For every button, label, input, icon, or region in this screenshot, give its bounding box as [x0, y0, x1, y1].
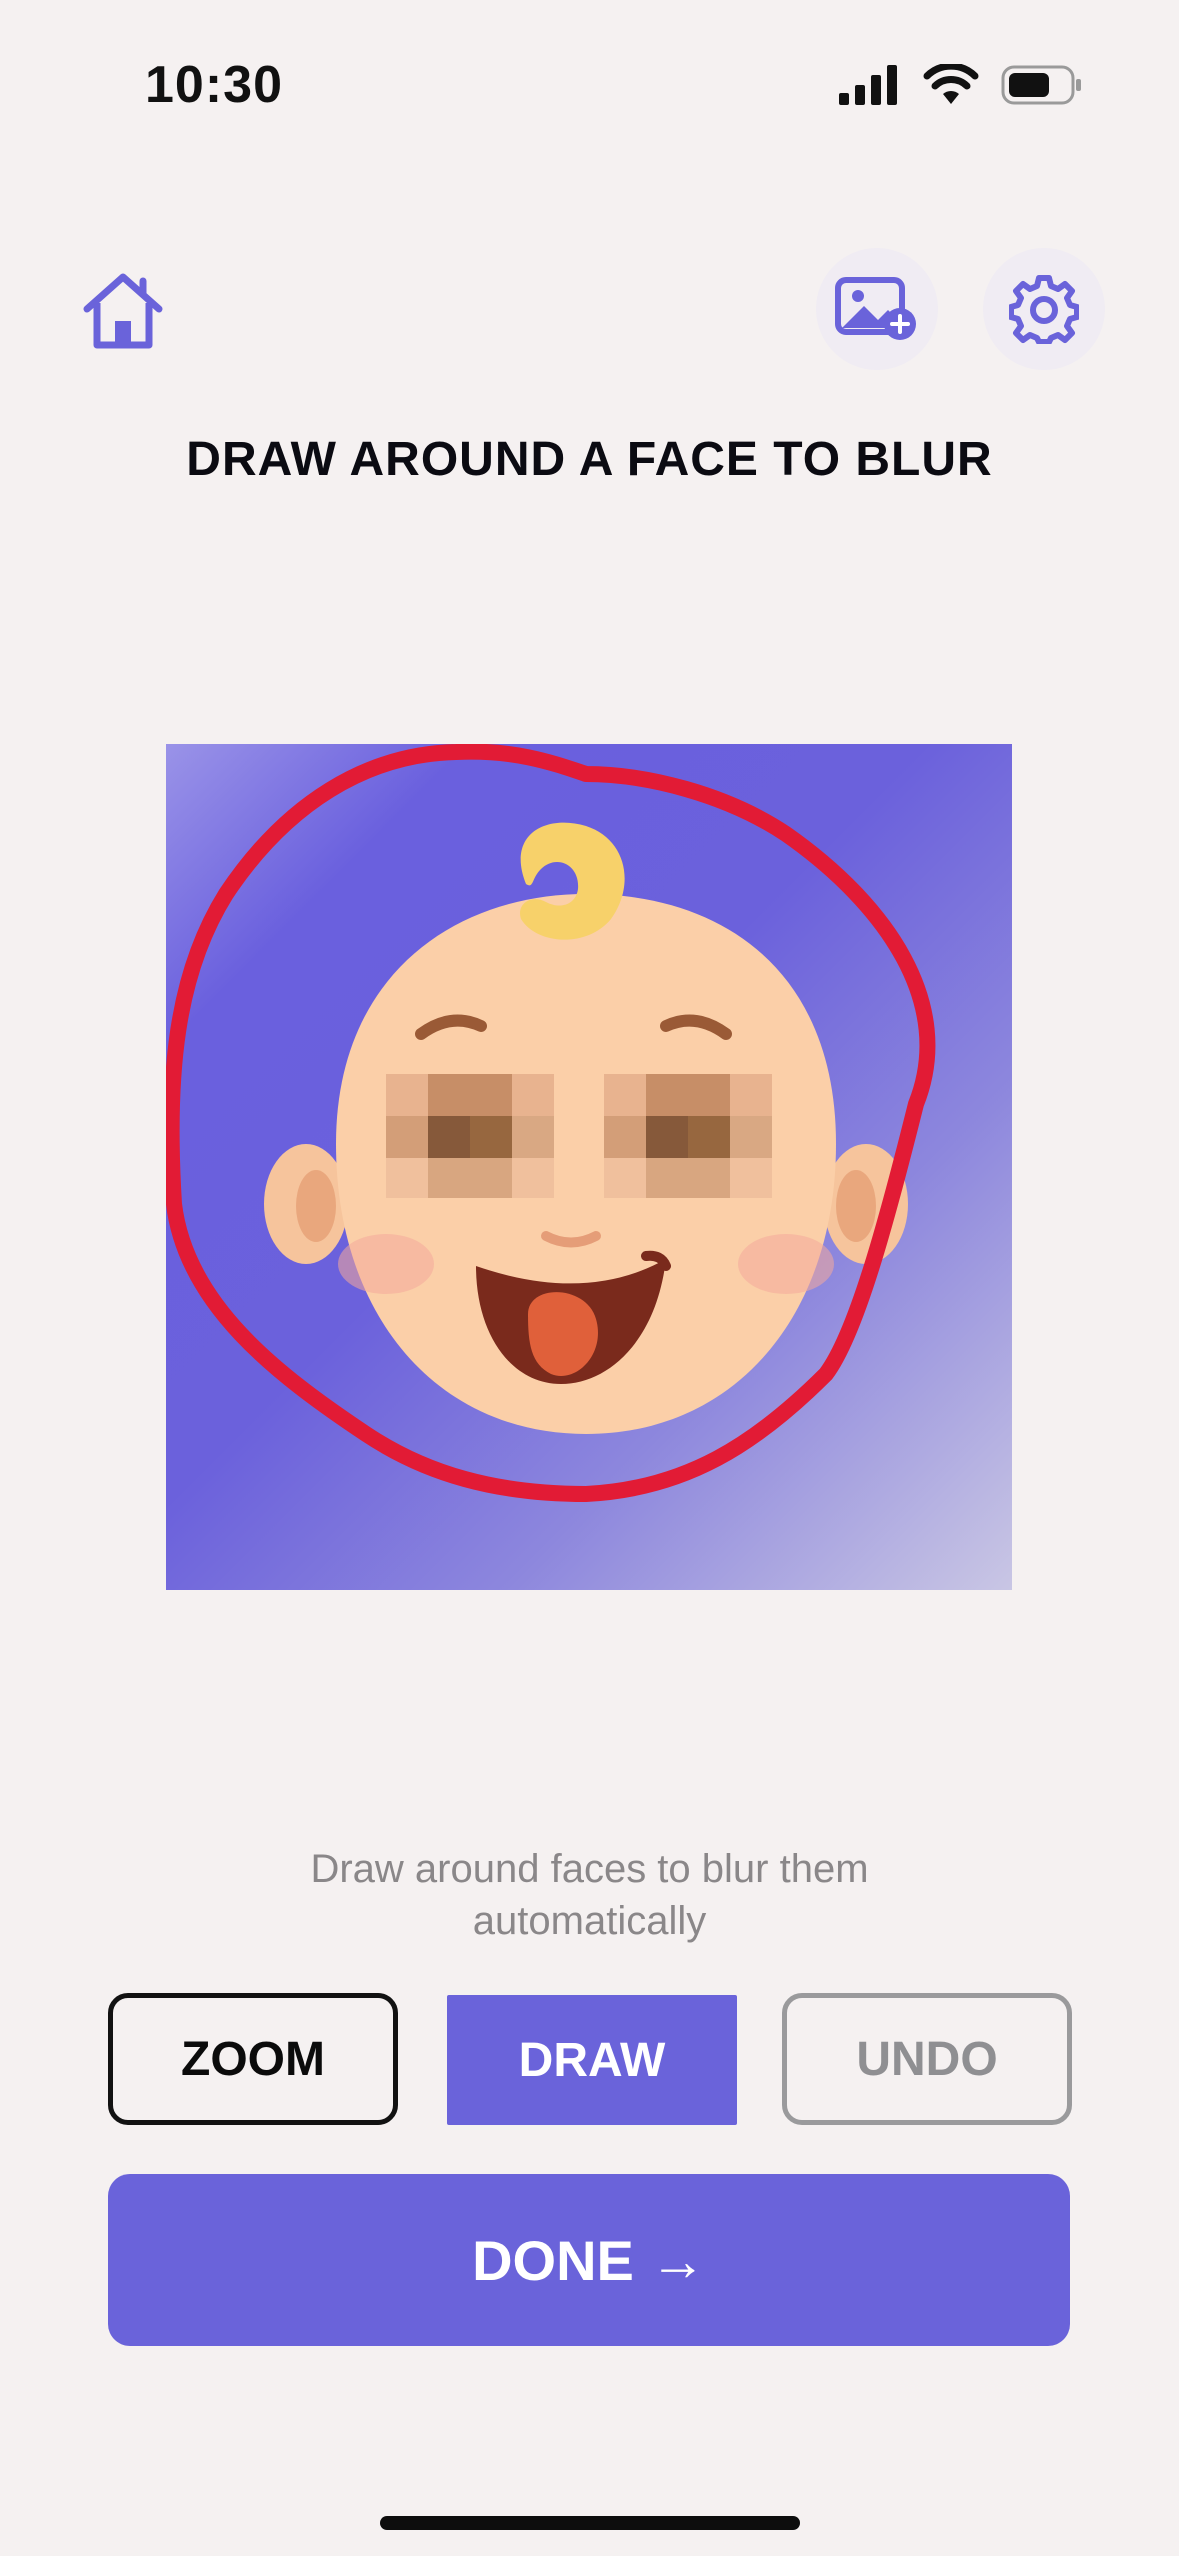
hint-line-2: automatically	[472, 1899, 707, 1943]
home-indicator	[380, 2516, 800, 2530]
drawn-selection-stroke	[166, 744, 936, 1502]
zoom-button[interactable]: ZOOM	[108, 1993, 398, 2125]
image-add-icon	[835, 277, 916, 340]
cellular-signal-icon	[839, 65, 897, 105]
arrow-right-icon: →	[649, 2228, 706, 2292]
wifi-icon	[923, 64, 979, 104]
photo-canvas[interactable]	[166, 744, 1012, 1590]
add-photo-button[interactable]	[816, 248, 938, 370]
page-title: DRAW AROUND A FACE TO BLUR	[186, 433, 993, 486]
gear-icon	[1009, 275, 1079, 344]
done-button[interactable]: DONE →	[108, 2174, 1070, 2346]
status-time: 10:30	[145, 56, 283, 114]
status-icons	[839, 60, 1083, 110]
home-button[interactable]	[62, 250, 184, 372]
hint-text: Draw around faces to blur them automatic…	[0, 1843, 1179, 1947]
battery-icon	[1001, 65, 1081, 105]
home-icon	[83, 273, 163, 349]
undo-button[interactable]: UNDO	[782, 1993, 1072, 2125]
done-label: DONE	[472, 2228, 634, 2292]
hint-line-1: Draw around faces to blur them	[310, 1847, 869, 1891]
settings-button[interactable]	[983, 248, 1105, 370]
draw-button[interactable]: DRAW	[447, 1995, 737, 2125]
